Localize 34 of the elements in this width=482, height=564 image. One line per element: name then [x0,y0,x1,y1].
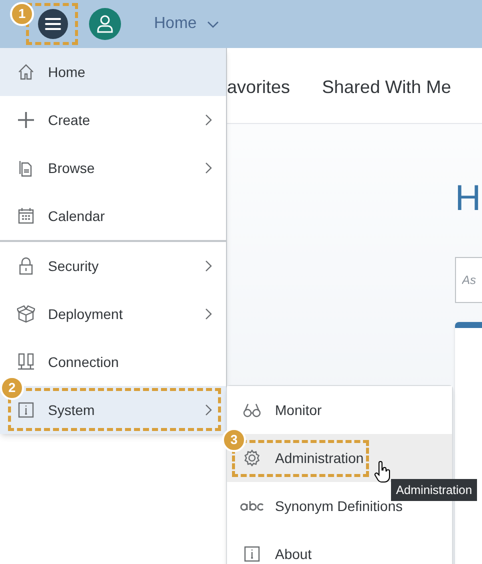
tab[interactable]: Shared With Me [322,74,452,101]
menu-item[interactable]: Home [0,48,226,96]
glasses-icon [243,401,261,419]
lock-icon [17,257,35,275]
menu-item[interactable]: Browse [0,144,226,192]
menu-item[interactable]: Deployment [0,290,226,338]
menu-icon [45,18,61,30]
user-icon [97,15,113,33]
plus-icon [17,111,35,129]
menu-item[interactable]: Monitor [227,386,452,434]
chevron-right-icon [205,260,212,272]
chevron-right-icon [205,114,212,126]
gear-icon [243,449,261,467]
menu-item[interactable]: Calendar [0,192,226,240]
tab[interactable]: avorites [227,74,290,101]
chevron-right-icon [205,404,212,416]
box-icon [17,305,35,323]
caret-icon [206,20,219,28]
menu-item[interactable]: Security [0,242,226,290]
page-heading: H [455,176,481,220]
avatar-button[interactable] [89,8,121,40]
tooltip: Administration [391,479,478,501]
text-icon [240,501,264,511]
calendar-icon [17,207,35,225]
home-icon [17,63,35,81]
info-icon [243,545,261,563]
info-icon [17,401,35,419]
chevron-right-icon [205,162,212,174]
server-icon [17,353,35,371]
menu-button[interactable] [38,9,68,39]
chevron-right-icon [205,308,212,320]
menu-item[interactable]: Create [0,96,226,144]
hand-cursor-icon [374,461,391,483]
menu-item[interactable]: About [227,530,452,564]
